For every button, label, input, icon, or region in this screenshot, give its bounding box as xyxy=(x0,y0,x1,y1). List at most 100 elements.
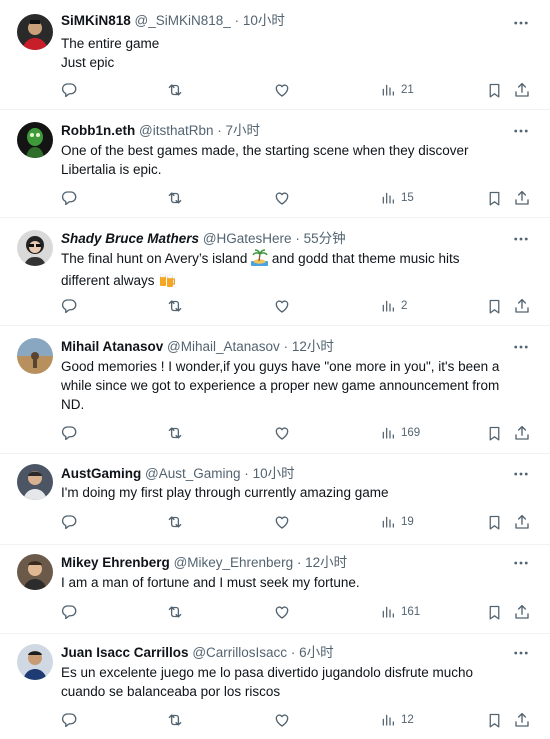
reply-button[interactable] xyxy=(60,80,78,100)
like-button[interactable] xyxy=(273,296,291,316)
views-button[interactable]: 161 xyxy=(380,602,420,622)
reply-button[interactable] xyxy=(60,512,78,532)
retweet-button[interactable] xyxy=(166,296,184,316)
views-button[interactable]: 12 xyxy=(380,710,414,730)
more-icon[interactable] xyxy=(512,122,530,140)
like-button[interactable] xyxy=(273,602,291,622)
bookmark-button[interactable] xyxy=(486,710,503,730)
avatar[interactable] xyxy=(17,554,53,590)
share-button[interactable] xyxy=(513,296,531,316)
tweet-text-line: I'm doing my first play through currentl… xyxy=(61,485,389,500)
bookmark-button[interactable] xyxy=(486,188,503,208)
reply-icon xyxy=(60,81,78,99)
retweet-button[interactable] xyxy=(166,188,184,208)
author-name[interactable]: Robb1n.eth xyxy=(61,123,135,138)
bookmark-button[interactable] xyxy=(486,602,503,622)
retweet-button[interactable] xyxy=(166,512,184,532)
views-icon xyxy=(380,514,396,530)
author-name[interactable]: Shady Bruce Mathers xyxy=(61,231,199,246)
more-icon[interactable] xyxy=(512,230,530,248)
like-button[interactable] xyxy=(273,710,291,730)
reply-icon xyxy=(60,711,78,729)
tweet[interactable]: AustGaming @Aust_Gaming · 10小时 I'm doing… xyxy=(0,454,550,545)
retweet-button[interactable] xyxy=(166,710,184,730)
reply-button[interactable] xyxy=(60,188,78,208)
reply-button[interactable] xyxy=(60,602,78,622)
more-icon[interactable] xyxy=(512,14,530,32)
bookmark-button[interactable] xyxy=(486,80,503,100)
tweet[interactable]: Robb1n.eth @itsthatRbn · 7小时 One of the … xyxy=(0,110,550,218)
tweet[interactable]: Mikey Ehrenberg @Mikey_Ehrenberg · 12小时 … xyxy=(0,545,550,634)
author-handle[interactable]: @Aust_Gaming xyxy=(145,466,241,481)
bookmark-button[interactable] xyxy=(486,423,503,443)
share-button[interactable] xyxy=(513,423,531,443)
views-button[interactable]: 169 xyxy=(380,423,420,443)
share-button[interactable] xyxy=(513,80,531,100)
timestamp[interactable]: 12小时 xyxy=(292,339,334,354)
tweet[interactable]: Shady Bruce Mathers @HGatesHere · 55分钟 T… xyxy=(0,218,550,326)
bookmark-icon xyxy=(486,604,503,621)
more-icon[interactable] xyxy=(512,554,530,572)
timestamp[interactable]: 55分钟 xyxy=(304,231,346,246)
timestamp[interactable]: 10小时 xyxy=(243,13,285,28)
more-icon[interactable] xyxy=(512,338,530,356)
tweet-text-line: The entire game xyxy=(61,36,160,51)
author-name[interactable]: Juan Isacc Carrillos xyxy=(61,645,189,660)
author-handle[interactable]: @HGatesHere xyxy=(203,231,292,246)
like-button[interactable] xyxy=(273,188,291,208)
share-icon xyxy=(513,711,531,729)
author-name[interactable]: SiMKiN818 xyxy=(61,13,131,28)
reply-button[interactable] xyxy=(60,423,78,443)
tweet[interactable]: Mihail Atanasov @Mihail_Atanasov · 12小时 … xyxy=(0,326,550,454)
bookmark-button[interactable] xyxy=(486,512,503,532)
retweet-button[interactable] xyxy=(166,602,184,622)
reply-button[interactable] xyxy=(60,296,78,316)
more-icon[interactable] xyxy=(512,644,530,662)
avatar[interactable] xyxy=(17,464,53,500)
more-icon[interactable] xyxy=(512,465,530,483)
author-handle[interactable]: @Mikey_Ehrenberg xyxy=(174,555,294,570)
avatar[interactable] xyxy=(17,122,53,158)
author-handle[interactable]: @CarrillosIsacc xyxy=(192,645,287,660)
retweet-icon xyxy=(166,297,184,315)
views-button[interactable]: 19 xyxy=(380,512,414,532)
tweet-text-line: different always xyxy=(61,271,521,293)
avatar[interactable] xyxy=(17,644,53,680)
share-button[interactable] xyxy=(513,188,531,208)
tweet[interactable]: SiMKiN818 @_SiMKiN818_ · 10小时 The entire… xyxy=(0,0,550,110)
author-handle[interactable]: @_SiMKiN818_ xyxy=(135,13,231,28)
like-button[interactable] xyxy=(273,423,291,443)
avatar[interactable] xyxy=(17,230,53,266)
share-button[interactable] xyxy=(513,710,531,730)
views-button[interactable]: 21 xyxy=(380,80,414,100)
author-handle[interactable]: @itsthatRbn xyxy=(139,123,214,138)
author-handle[interactable]: @Mihail_Atanasov xyxy=(167,339,280,354)
like-button[interactable] xyxy=(273,80,291,100)
share-button[interactable] xyxy=(513,602,531,622)
author-name[interactable]: AustGaming xyxy=(61,466,141,481)
timestamp[interactable]: 7小时 xyxy=(226,123,261,138)
timestamp[interactable]: 6小时 xyxy=(299,645,334,660)
views-button[interactable]: 15 xyxy=(380,188,414,208)
avatar[interactable] xyxy=(17,338,53,374)
views-icon xyxy=(380,712,396,728)
share-button[interactable] xyxy=(513,512,531,532)
like-button[interactable] xyxy=(273,512,291,532)
bookmark-button[interactable] xyxy=(486,296,503,316)
retweet-button[interactable] xyxy=(166,423,184,443)
bookmark-icon xyxy=(486,425,503,442)
timestamp[interactable]: 12小时 xyxy=(305,555,347,570)
reply-button[interactable] xyxy=(60,710,78,730)
timestamp[interactable]: 10小时 xyxy=(253,466,295,481)
retweet-icon xyxy=(166,711,184,729)
tweet[interactable]: Juan Isacc Carrillos @CarrillosIsacc · 6… xyxy=(0,634,550,739)
retweet-icon xyxy=(166,424,184,442)
author-name[interactable]: Mikey Ehrenberg xyxy=(61,555,170,570)
views-button[interactable]: 2 xyxy=(380,296,407,316)
share-icon xyxy=(513,424,531,442)
tweet-actions: 161 xyxy=(0,602,550,622)
retweet-button[interactable] xyxy=(166,80,184,100)
author-name[interactable]: Mihail Atanasov xyxy=(61,339,163,354)
share-icon xyxy=(513,189,531,207)
avatar[interactable] xyxy=(17,14,53,50)
